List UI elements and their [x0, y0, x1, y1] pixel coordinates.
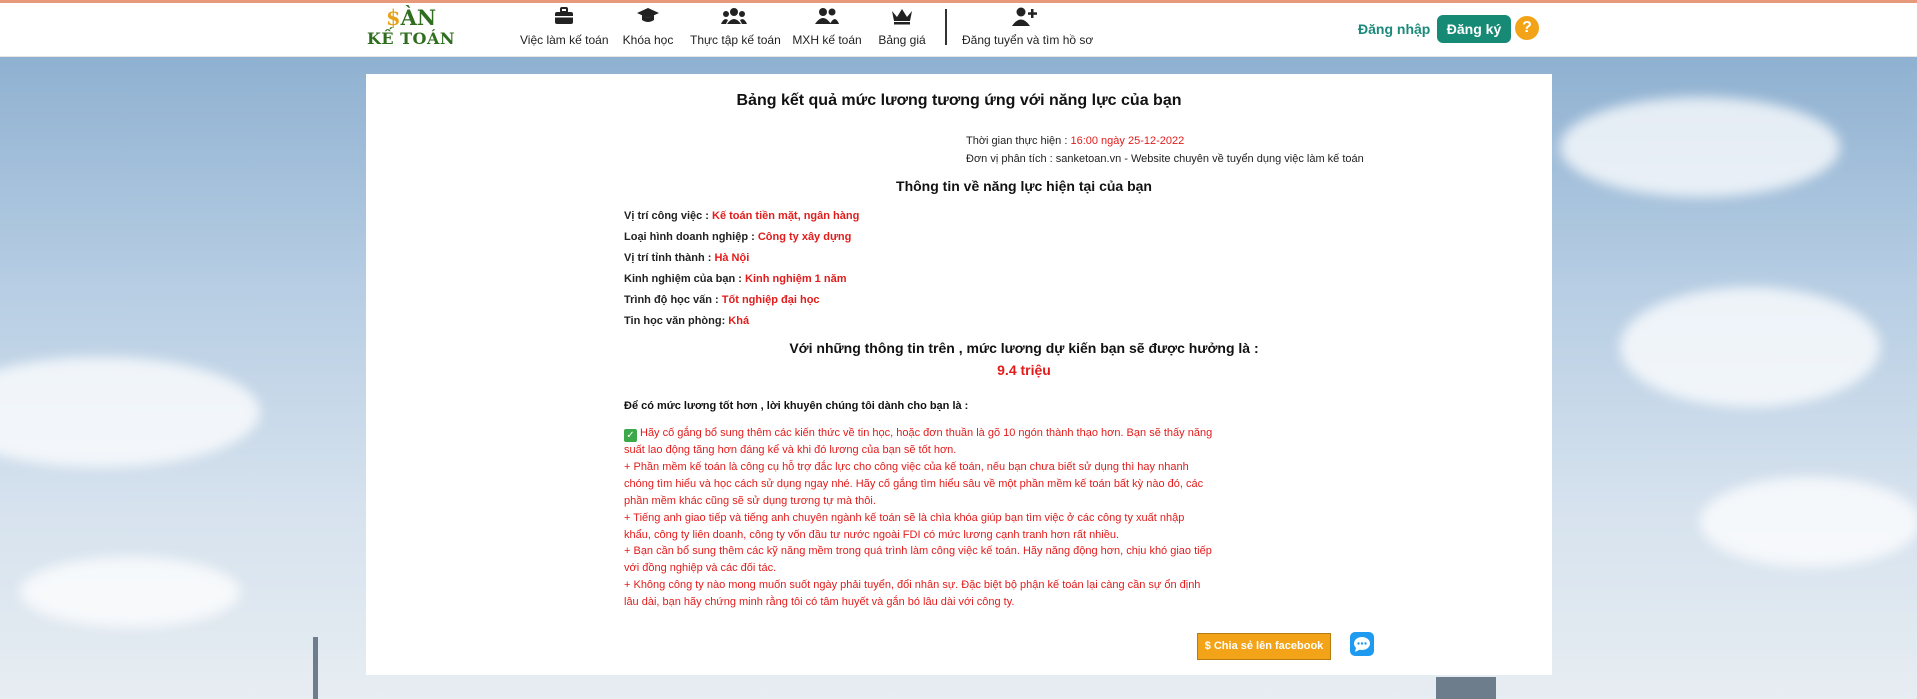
help-icon[interactable]: ?: [1515, 16, 1539, 40]
share-facebook-button[interactable]: $ Chia sẻ lên facebook: [1197, 633, 1331, 660]
info-row-position: Vị trí công việc : Kế toán tiền mặt, ngâ…: [624, 210, 860, 222]
section-subtitle: Thông tin về năng lực hiện tại của bạn: [896, 178, 1152, 194]
nav-label: Khóa học: [622, 33, 674, 47]
user-friends-icon: [792, 7, 862, 29]
nav-item-courses[interactable]: Khóa học: [620, 7, 676, 53]
nav-label: Thực tập kế toán: [690, 33, 781, 47]
advice-item: ✓ Hãy cố gắng bổ sung thêm các kiến thức …: [624, 427, 1213, 456]
users-group-icon: [690, 7, 778, 29]
nav-item-social[interactable]: MXH kế toán: [792, 7, 862, 53]
nav-label: MXH kế toán: [792, 33, 862, 47]
building: [1436, 677, 1496, 699]
capability-info-list: Vị trí công việc : Kế toán tiền mặt, ngâ…: [624, 206, 859, 332]
salary-value: 9.4 triệu: [997, 362, 1051, 378]
briefcase-icon: [520, 7, 608, 29]
logo-line-2: KẾ TOÁN: [366, 29, 456, 48]
info-row-province: Vị trí tỉnh thành : Hà Nội: [624, 252, 750, 264]
logo-line-1: $ÀN: [385, 5, 437, 30]
advice-heading: Để có mức lương tốt hơn , lời khuyên chú…: [624, 400, 969, 412]
cloud: [20, 557, 240, 627]
salary-result-card: Bảng kết quả mức lương tương ứng với năn…: [366, 74, 1552, 675]
cloud: [1620, 287, 1880, 407]
login-link[interactable]: Đăng nhập: [1358, 21, 1430, 37]
site-header: $ÀN KẾ TOÁN Việc làm kế toán Khóa học Th…: [0, 3, 1917, 57]
advice-item: + Bạn cần bổ sung thêm các kỹ năng mềm t…: [624, 545, 1212, 575]
nav-label: Đăng tuyển và tìm hồ sơ: [962, 33, 1094, 47]
check-mark-icon: ✓: [624, 429, 637, 442]
info-row-office-it: Tin học văn phòng: Khá: [624, 315, 750, 327]
crown-icon: [874, 7, 930, 29]
building: [313, 637, 318, 699]
salary-result-heading: Với những thông tin trên , mức lương dự …: [789, 340, 1259, 356]
messenger-icon[interactable]: [1350, 632, 1374, 656]
site-logo[interactable]: $ÀN KẾ TOÁN: [366, 7, 456, 53]
graduation-cap-icon: [620, 7, 676, 29]
nav-item-accounting-jobs[interactable]: Việc làm kế toán: [520, 7, 609, 53]
advice-item: + Phần mềm kế toán là công cụ hỗ trợ đắc…: [624, 460, 1204, 507]
analysis-unit: Đơn vị phân tích : sanketoan.vn - Websit…: [966, 153, 1364, 165]
nav-divider: [945, 9, 947, 45]
info-row-experience: Kinh nghiệm của bạn : Kinh nghiệm 1 năm: [624, 273, 847, 285]
execution-time: Thời gian thực hiện : 16:00 ngày 25-12-2…: [966, 135, 1185, 147]
page-title: Bảng kết quả mức lương tương ứng với năn…: [736, 92, 1182, 109]
info-row-education: Trình độ học vấn : Tốt nghiệp đại học: [624, 294, 820, 306]
advice-item: + Không công ty nào mong muốn suốt ngày …: [624, 579, 1201, 609]
advice-list: ✓ Hãy cố gắng bổ sung thêm các kiến thức …: [624, 425, 1214, 611]
nav-label: Bảng giá: [878, 33, 926, 47]
nav-item-pricing[interactable]: Bảng giá: [874, 7, 930, 53]
cloud: [1560, 97, 1840, 197]
nav-label: Việc làm kế toán: [520, 33, 609, 47]
report-meta: Thời gian thực hiện : 16:00 ngày 25-12-2…: [966, 132, 1364, 168]
user-plus-icon: [962, 7, 1088, 29]
cloud: [0, 357, 260, 467]
nav-item-recruitment[interactable]: Đăng tuyển và tìm hồ sơ: [962, 7, 1094, 53]
nav-item-internship[interactable]: Thực tập kế toán: [690, 7, 781, 53]
register-button[interactable]: Đăng ký: [1437, 15, 1511, 43]
info-row-business-type: Loại hình doanh nghiệp : Công ty xây dựn…: [624, 231, 852, 243]
advice-item: + Tiếng anh giao tiếp và tiếng anh chuyê…: [624, 511, 1185, 541]
cloud: [1700, 477, 1917, 567]
